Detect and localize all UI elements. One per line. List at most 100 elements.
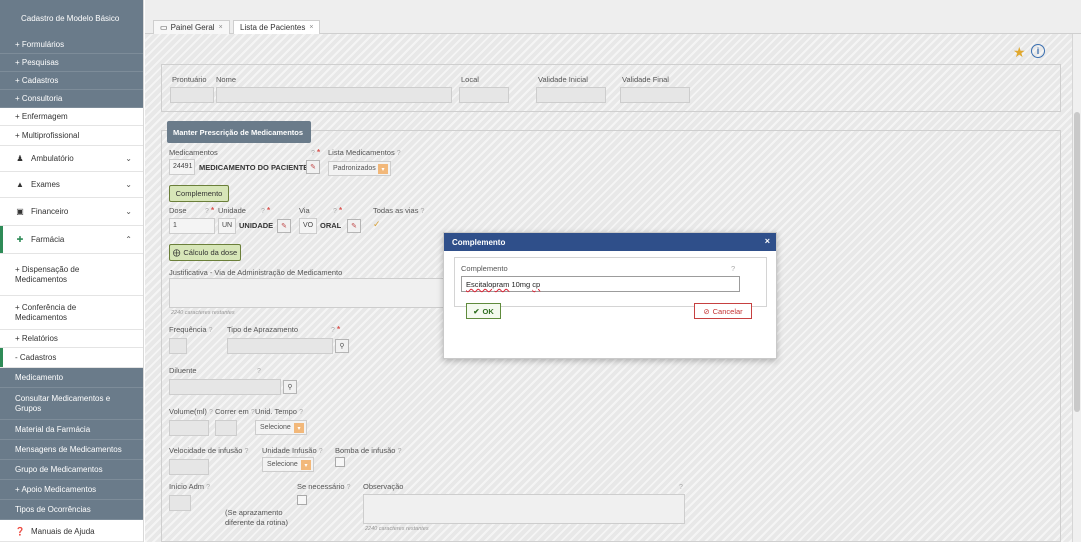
sidebar-item-material-farmacia[interactable]: Material da Farmácia	[0, 420, 143, 440]
sidebar-item-label: Grupo de Medicamentos	[15, 465, 103, 474]
complemento-button[interactable]: Complemento	[169, 185, 229, 202]
velocidade-label: Velocidade de infusão ?	[169, 446, 249, 455]
ok-label: OK	[482, 306, 494, 316]
validade-inicial-label: Validade Inicial	[538, 75, 588, 84]
sidebar-item-relatorios[interactable]: + Relatórios	[0, 330, 143, 348]
sidebar-item-farmacia[interactable]: ✚ Farmácia ⌃	[0, 226, 143, 254]
sidebar-item-ambulatorio[interactable]: ♟ Ambulatório ⌄	[0, 146, 143, 172]
medicamentos-label: Medicamentos	[169, 148, 218, 157]
lista-select[interactable]: Padronizados ▾	[328, 161, 391, 176]
active-indicator	[0, 348, 3, 367]
via-label: Via	[299, 206, 310, 215]
search-icon[interactable]: ⚲	[283, 380, 297, 394]
sidebar-item-apoio-medicamentos[interactable]: + Apoio Medicamentos	[0, 480, 143, 500]
sidebar-item-label: Material da Farmácia	[15, 425, 91, 434]
plus-circle-icon: ⨁	[172, 248, 181, 257]
check-icon: ✔	[473, 306, 480, 316]
close-icon[interactable]: ×	[765, 236, 770, 246]
inicio-adm-field[interactable]	[169, 495, 191, 511]
unidade-help: ? *	[261, 206, 271, 215]
sidebar-item-label: + Consultoria	[15, 94, 63, 103]
tipo-aprazamento-field[interactable]	[227, 338, 333, 354]
unidade-search-button[interactable]: ✎	[277, 219, 291, 233]
cancel-circle-icon: ⊘	[703, 306, 710, 316]
calculo-dose-button[interactable]: ⨁ Cálculo da dose	[169, 244, 241, 261]
close-icon[interactable]: ×	[219, 24, 223, 31]
local-field	[459, 87, 509, 103]
info-icon[interactable]: i	[1031, 44, 1045, 58]
todas-vias-label: Todas as vias ?	[373, 206, 425, 215]
sidebar-item-manuais[interactable]: ❓ Manuais de Ajuda	[0, 522, 143, 542]
sidebar-item-label: Manuais de Ajuda	[31, 527, 95, 536]
sidebar-item-conferencia[interactable]: + Conferência de Medicamentos	[0, 296, 143, 330]
sidebar-item-consultoria[interactable]: + Consultoria	[0, 90, 143, 108]
frequencia-field[interactable]	[169, 338, 187, 354]
diluente-field[interactable]	[169, 379, 281, 395]
sidebar-item-cadastros[interactable]: + Cadastros	[0, 72, 143, 90]
unidade-code-field[interactable]: UN	[218, 218, 236, 234]
tipo-aprazamento-help: ? *	[331, 325, 341, 334]
sidebar-item-financeiro[interactable]: ▣ Financeiro ⌄	[0, 198, 143, 226]
medicamentos-help: ? *	[311, 148, 321, 157]
sidebar-title[interactable]: Cadastro de Modelo Básico	[0, 0, 143, 36]
money-icon: ▣	[16, 207, 24, 216]
sidebar-item-label: Farmácia	[31, 235, 65, 244]
via-code-field[interactable]: VO	[299, 218, 317, 234]
star-icon[interactable]: ★	[1013, 44, 1026, 61]
sidebar-item-cadastros-expanded[interactable]: - Cadastros	[0, 348, 143, 368]
tab-lista-pacientes[interactable]: Lista de Pacientes ×	[233, 20, 321, 34]
observacao-textarea[interactable]	[363, 494, 685, 524]
sidebar-item-label: + Dispensação de Medicamentos	[15, 264, 80, 284]
dose-field[interactable]: 1	[169, 218, 215, 234]
tipo-aprazamento-label: Tipo de Aprazamento	[227, 325, 299, 334]
medicamento-search-button[interactable]: ✎	[306, 160, 320, 174]
velocidade-field[interactable]	[169, 459, 209, 475]
sidebar-item-exames[interactable]: ▲ Exames ⌄	[0, 172, 143, 198]
sidebar-item-tipos-ocorrencias[interactable]: Tipos de Ocorrências	[0, 500, 143, 520]
chevron-down-icon: ⌄	[125, 180, 132, 189]
correr-em-field[interactable]	[215, 420, 237, 436]
complemento-value-word2: cp	[532, 280, 541, 289]
complemento-dialog: Complemento × Complemento ? Escitalopram…	[443, 232, 777, 359]
se-necessario-checkbox[interactable]	[297, 495, 307, 505]
medicamento-name: MEDICAMENTO DO PACIENTE	[199, 163, 309, 172]
volume-label: Volume(ml) ?	[169, 407, 213, 416]
medicamento-code-field[interactable]: 24491	[169, 159, 195, 175]
tab-painel-geral[interactable]: ▭ Painel Geral ×	[153, 20, 230, 34]
complemento-input[interactable]: Escitalopram 10mg cp	[461, 276, 740, 292]
sidebar-item-formularios[interactable]: + Formulários	[0, 36, 143, 54]
sidebar-item-pesquisas[interactable]: + Pesquisas	[0, 54, 143, 72]
sidebar-item-dispensacao[interactable]: + Dispensação de Medicamentos	[0, 254, 143, 296]
sidebar-item-enfermagem[interactable]: + Enfermagem	[0, 108, 143, 126]
dropdown-arrow-icon: ▾	[294, 423, 304, 433]
sidebar-item-label: + Multiprofissional	[15, 131, 80, 140]
sidebar-item-label: + Enfermagem	[15, 112, 68, 121]
justificativa-label: Justificativa - Via de Administração de …	[169, 268, 343, 277]
sidebar-title-label: Cadastro de Modelo Básico	[21, 13, 120, 23]
unid-tempo-select[interactable]: Selecione ▾	[255, 420, 307, 435]
cancel-button[interactable]: ⊘ Cancelar	[694, 303, 752, 319]
via-search-button[interactable]: ✎	[347, 219, 361, 233]
bomba-checkbox[interactable]	[335, 457, 345, 467]
checkmark-icon[interactable]: ✓	[373, 219, 381, 230]
sidebar-item-medicamento[interactable]: Medicamento	[0, 368, 143, 388]
close-icon[interactable]: ×	[309, 24, 313, 31]
sidebar-item-multiprofissional[interactable]: + Multiprofissional	[0, 126, 143, 146]
unidade-infusao-select[interactable]: Selecione ▾	[262, 457, 314, 472]
scrollbar-thumb[interactable]	[1074, 112, 1080, 412]
ok-button[interactable]: ✔ OK	[466, 303, 501, 319]
search-icon[interactable]: ⚲	[335, 339, 349, 353]
help-icon: ❓	[15, 527, 25, 536]
sidebar-item-label: Financeiro	[31, 207, 69, 216]
sidebar-item-mensagens[interactable]: Mensagens de Medicamentos	[0, 440, 143, 460]
observacao-counter: 2240 caracteres restantes	[365, 526, 429, 532]
sidebar-item-label: + Pesquisas	[15, 58, 59, 67]
volume-field[interactable]	[169, 420, 209, 436]
via-name: ORAL	[320, 221, 342, 230]
sidebar-item-grupo-medicamentos[interactable]: Grupo de Medicamentos	[0, 460, 143, 480]
sidebar-item-consultar-medicamentos[interactable]: Consultar Medicamentos e Grupos	[0, 388, 143, 420]
person-icon: ♟	[16, 154, 24, 163]
scrollbar[interactable]	[1072, 34, 1081, 542]
pencil-icon: ✎	[310, 164, 316, 171]
dialog-header: Complemento ×	[444, 233, 776, 251]
